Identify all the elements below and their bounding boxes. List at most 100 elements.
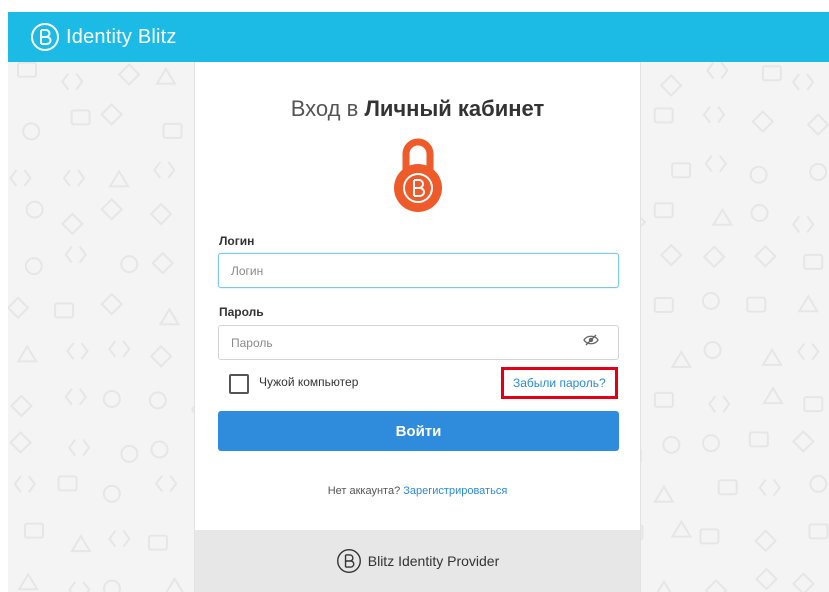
doodle-shape <box>16 344 38 363</box>
doodle-shape <box>653 391 674 408</box>
doodle-shape <box>791 215 815 234</box>
footer-text: Blitz Identity Provider <box>367 553 500 569</box>
register-link[interactable]: Зарегистрироваться <box>403 485 507 497</box>
doodle-shape <box>791 73 815 91</box>
doodle-shape <box>662 435 681 454</box>
top-bar: Identity Blitz <box>8 12 829 62</box>
doodle-shape <box>659 74 683 97</box>
doodle-shape <box>60 73 84 91</box>
doodle-shape <box>717 479 738 496</box>
login-card: Вход в Личный кабинет Логин Пароль Чужой… <box>194 62 641 592</box>
doodle-shape <box>711 207 734 226</box>
login-label: Логин <box>219 234 255 248</box>
blitz-logo-icon <box>336 549 361 573</box>
doodle-shape <box>102 389 121 408</box>
doodle-shape <box>702 245 726 269</box>
brand[interactable]: Identity Blitz <box>30 22 177 52</box>
doodle-shape <box>656 579 672 592</box>
doodle-shape <box>755 567 778 591</box>
doodle-shape <box>704 155 728 173</box>
doodle-shape <box>70 109 91 126</box>
doodle-shape <box>753 244 777 268</box>
doodle-shape <box>147 534 168 551</box>
doodle-shape <box>792 572 815 592</box>
doodle-shape <box>659 243 683 267</box>
brand-name: Identity Blitz <box>66 25 177 48</box>
doodle-shape <box>23 522 44 539</box>
doodle-shape <box>749 165 768 184</box>
blitz-logo-icon <box>31 23 59 51</box>
doodle-shape <box>64 246 87 264</box>
doodle-shape <box>758 478 781 497</box>
doodle-shape <box>762 386 784 405</box>
doodle-shape <box>9 169 32 187</box>
title-emphasis: Личный кабинет <box>364 96 545 121</box>
password-input[interactable] <box>218 325 619 360</box>
doodle-shape <box>100 197 124 221</box>
doodle-shape <box>154 474 178 493</box>
doodle-shape <box>761 65 782 82</box>
password-label: Пароль <box>219 305 264 319</box>
doodle-shape <box>67 439 91 457</box>
doodle-shape <box>64 388 88 406</box>
doodle-shape <box>108 169 130 188</box>
doodle-shape <box>9 431 33 454</box>
doodle-shape <box>653 297 674 314</box>
doodle-shape <box>66 342 89 360</box>
doodle-shape <box>57 475 78 492</box>
doodle-shape <box>808 523 829 540</box>
doodle-shape <box>108 530 131 548</box>
doodle-shape <box>761 347 783 366</box>
doodle-shape <box>754 529 777 553</box>
doodle-shape <box>750 204 769 223</box>
doodle-shape <box>148 391 167 410</box>
doodle-shape <box>17 572 39 591</box>
doodle-shape <box>13 475 37 493</box>
doodle-shape <box>806 113 829 136</box>
padlock-logo-icon <box>394 138 442 212</box>
doodle-shape <box>150 440 169 459</box>
doodle-shape <box>120 444 139 463</box>
doodle-shape <box>708 395 731 413</box>
signup-row: Нет аккаунта? Зарегистрироваться <box>195 485 640 497</box>
doodle-shape <box>165 576 184 592</box>
public-computer-label[interactable]: Чужой компьютер <box>259 375 358 389</box>
doodle-shape <box>670 519 693 538</box>
doodle-shape <box>670 350 693 368</box>
doodle-shape <box>803 396 824 413</box>
doodle-shape <box>702 105 726 124</box>
doodle-shape <box>22 122 41 141</box>
doodle-shape <box>151 251 175 275</box>
eye-slash-icon[interactable] <box>583 334 599 346</box>
doodle-shape <box>797 294 820 313</box>
doodle-shape <box>748 431 769 448</box>
login-input[interactable] <box>218 253 619 288</box>
doodle-shape <box>797 343 820 361</box>
public-computer-checkbox[interactable] <box>229 374 249 394</box>
signup-prompt: Нет аккаунта? <box>327 485 401 497</box>
title-prefix: Вход в <box>290 96 359 121</box>
doodle-shape <box>100 292 124 316</box>
doodle-shape <box>701 291 720 310</box>
page-title: Вход в Личный кабинет <box>195 96 640 122</box>
doodle-shape <box>653 202 674 219</box>
doodle-shape <box>149 202 173 226</box>
doodle-shape <box>704 579 728 592</box>
doodle-shape <box>746 296 767 313</box>
doodle-shape <box>803 253 824 270</box>
doodle-shape <box>703 341 722 360</box>
footer: Blitz Identity Provider <box>195 530 640 592</box>
login-button[interactable]: Войти <box>218 411 619 451</box>
doodle-shape <box>108 340 131 358</box>
doodle-shape <box>158 307 181 326</box>
doodle-shape <box>706 61 729 80</box>
forgot-password-link[interactable]: Забыли пароль? <box>513 376 606 390</box>
doodle-shape <box>751 110 775 133</box>
doodle-shape <box>155 66 177 85</box>
doodle-shape <box>149 344 173 368</box>
doodle-shape <box>25 200 44 219</box>
doodle-shape <box>162 122 183 139</box>
doodle-shape <box>8 296 30 320</box>
doodle-shape <box>60 212 84 236</box>
doodle-shape <box>809 162 828 181</box>
